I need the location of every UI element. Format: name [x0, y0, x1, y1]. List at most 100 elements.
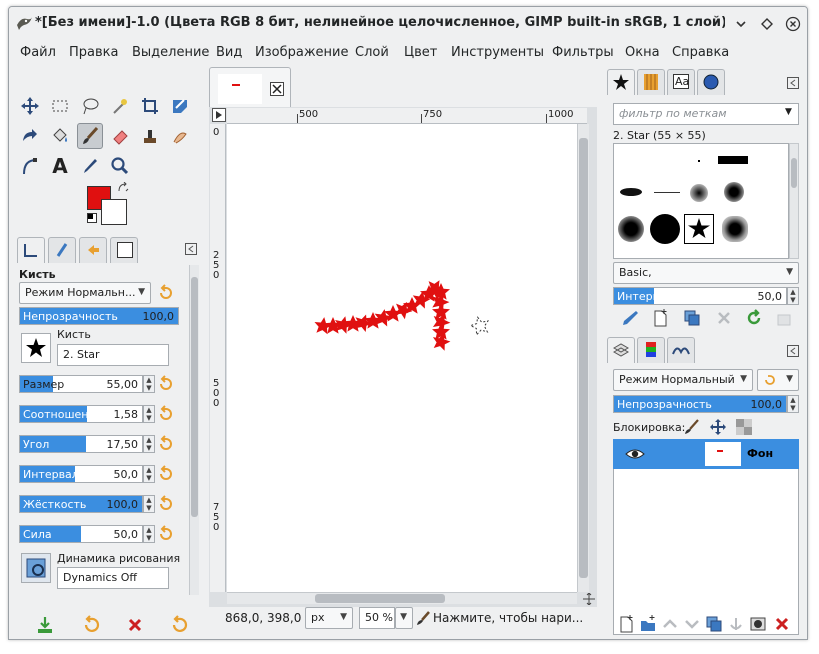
- brush-preview-button[interactable]: [21, 333, 51, 363]
- background-color-swatch[interactable]: [101, 199, 127, 225]
- close-image-icon[interactable]: [270, 82, 284, 96]
- tab-patterns[interactable]: [637, 69, 665, 95]
- menu-view[interactable]: Вид: [216, 45, 242, 60]
- close-icon[interactable]: [785, 16, 801, 32]
- delete-options-icon[interactable]: [125, 615, 145, 635]
- selected-star-brush[interactable]: [684, 214, 714, 244]
- tab-brushes[interactable]: [607, 69, 635, 95]
- tab-undo-history[interactable]: [79, 237, 107, 263]
- maximize-icon[interactable]: [759, 16, 775, 32]
- brush-tag-filter[interactable]: фильтр по меткам: [613, 103, 799, 125]
- brush-spacing-spinner[interactable]: ▲ ▼: [787, 287, 799, 305]
- new-layer-group-icon[interactable]: [639, 615, 657, 633]
- hardness-spinner[interactable]: ▲ ▼: [143, 495, 155, 513]
- eye-icon[interactable]: [625, 446, 645, 462]
- tab-layers[interactable]: [607, 337, 635, 363]
- paintbrush-icon[interactable]: [77, 123, 103, 149]
- minimize-icon[interactable]: [733, 16, 749, 32]
- eraser-icon[interactable]: [107, 123, 133, 149]
- layer-composite-select[interactable]: ▼: [757, 369, 799, 391]
- image-canvas[interactable]: [227, 124, 577, 592]
- panel-menu-icon[interactable]: [787, 77, 799, 89]
- menu-help[interactable]: Справка: [672, 45, 729, 60]
- lock-alpha-icon[interactable]: [735, 418, 753, 436]
- bucket-fill-icon[interactable]: [47, 123, 73, 149]
- menu-windows[interactable]: Окна: [625, 45, 660, 60]
- size-reset-icon[interactable]: [157, 375, 175, 393]
- menu-file[interactable]: Файл: [20, 45, 56, 60]
- clone-icon[interactable]: [137, 123, 163, 149]
- angle-reset-icon[interactable]: [157, 435, 175, 453]
- delete-layer-icon[interactable]: [773, 615, 791, 633]
- refresh-brushes-icon[interactable]: [745, 309, 763, 327]
- menu-edit[interactable]: Правка: [69, 45, 118, 60]
- paths-icon[interactable]: [17, 153, 43, 179]
- fuzzy-select-icon[interactable]: [107, 93, 133, 119]
- image-tab[interactable]: [209, 67, 291, 107]
- mode-reset-icon[interactable]: [157, 284, 175, 302]
- paint-mode-select[interactable]: Режим Нормальн... ▼: [19, 282, 151, 304]
- reset-colors-icon[interactable]: [87, 213, 97, 223]
- zoom-icon[interactable]: [107, 153, 133, 179]
- brush-grid-scrollbar[interactable]: [789, 143, 799, 259]
- tab-images[interactable]: [110, 237, 138, 263]
- brush-grid[interactable]: [613, 143, 789, 259]
- menu-select[interactable]: Выделение: [132, 45, 209, 60]
- reset-options-icon[interactable]: [169, 615, 189, 635]
- size-slider[interactable]: Размер 55,00: [19, 375, 143, 393]
- chevron-down-icon[interactable]: ▼: [785, 107, 792, 117]
- spacing-spinner[interactable]: ▲ ▼: [143, 465, 155, 483]
- brush-preset-select[interactable]: Basic, ▼: [613, 262, 799, 284]
- tab-device-status[interactable]: [48, 237, 76, 263]
- brush-name-field[interactable]: 2. Star: [57, 344, 169, 366]
- quick-mask-toggle-icon[interactable]: [212, 108, 226, 122]
- horizontal-scrollbar[interactable]: [227, 592, 577, 604]
- zoom-field[interactable]: 50 %: [359, 607, 395, 629]
- lock-position-icon[interactable]: [709, 418, 727, 436]
- tab-channels[interactable]: [637, 337, 665, 363]
- dynamics-preview-button[interactable]: [21, 553, 51, 583]
- color-picker-icon[interactable]: [77, 153, 103, 179]
- tab-paths[interactable]: [667, 337, 695, 363]
- panel-menu-icon[interactable]: [185, 243, 197, 255]
- rect-select-icon[interactable]: [47, 93, 73, 119]
- layer-mask-icon[interactable]: [749, 615, 767, 633]
- move-tool-icon[interactable]: [17, 93, 43, 119]
- warp-icon[interactable]: [17, 123, 43, 149]
- new-layer-icon[interactable]: [617, 615, 635, 633]
- angle-slider[interactable]: Угол 17,50: [19, 435, 143, 453]
- menu-color[interactable]: Цвет: [404, 45, 437, 60]
- lock-pixels-icon[interactable]: [683, 418, 701, 436]
- hardness-slider[interactable]: Жёсткость 100,0: [19, 495, 143, 513]
- opacity-slider[interactable]: Непрозрачность 100,0: [19, 307, 179, 325]
- transform-icon[interactable]: [167, 93, 193, 119]
- smudge-icon[interactable]: [167, 123, 193, 149]
- dynamics-field[interactable]: Dynamics Off: [57, 567, 169, 589]
- aspect-slider[interactable]: Соотношени... 1,58: [19, 405, 143, 423]
- zoom-dropdown[interactable]: ▼: [395, 607, 413, 629]
- swap-colors-icon[interactable]: [117, 182, 129, 194]
- vertical-scrollbar[interactable]: [577, 124, 589, 592]
- save-options-icon[interactable]: [35, 615, 55, 635]
- tab-tool-options[interactable]: [17, 237, 45, 263]
- brush-spacing-slider[interactable]: Интервал 50,0: [613, 287, 787, 305]
- force-reset-icon[interactable]: [157, 525, 175, 543]
- lasso-icon[interactable]: [77, 93, 103, 119]
- menu-image[interactable]: Изображение: [255, 45, 348, 60]
- force-slider[interactable]: Сила 50,0: [19, 525, 143, 543]
- text-tool-icon[interactable]: A: [47, 153, 73, 179]
- layer-opacity-slider[interactable]: Непрозрачность 100,0: [613, 395, 787, 413]
- size-spinner[interactable]: ▲ ▼: [143, 375, 155, 393]
- layer-opacity-spinner[interactable]: ▲ ▼: [787, 395, 799, 413]
- panel-menu-icon[interactable]: [787, 345, 799, 357]
- layer-name[interactable]: Фон: [747, 447, 773, 460]
- angle-spinner[interactable]: ▲ ▼: [143, 435, 155, 453]
- aspect-spinner[interactable]: ▲ ▼: [143, 405, 155, 423]
- menu-layer[interactable]: Слой: [355, 45, 389, 60]
- tab-fonts[interactable]: Aa: [667, 69, 695, 95]
- tool-options-scrollbar[interactable]: [189, 265, 199, 595]
- menu-tools[interactable]: Инструменты: [451, 45, 544, 60]
- menu-filters[interactable]: Фильтры: [552, 45, 614, 60]
- layer-row[interactable]: Фон: [613, 439, 799, 469]
- force-spinner[interactable]: ▲ ▼: [143, 525, 155, 543]
